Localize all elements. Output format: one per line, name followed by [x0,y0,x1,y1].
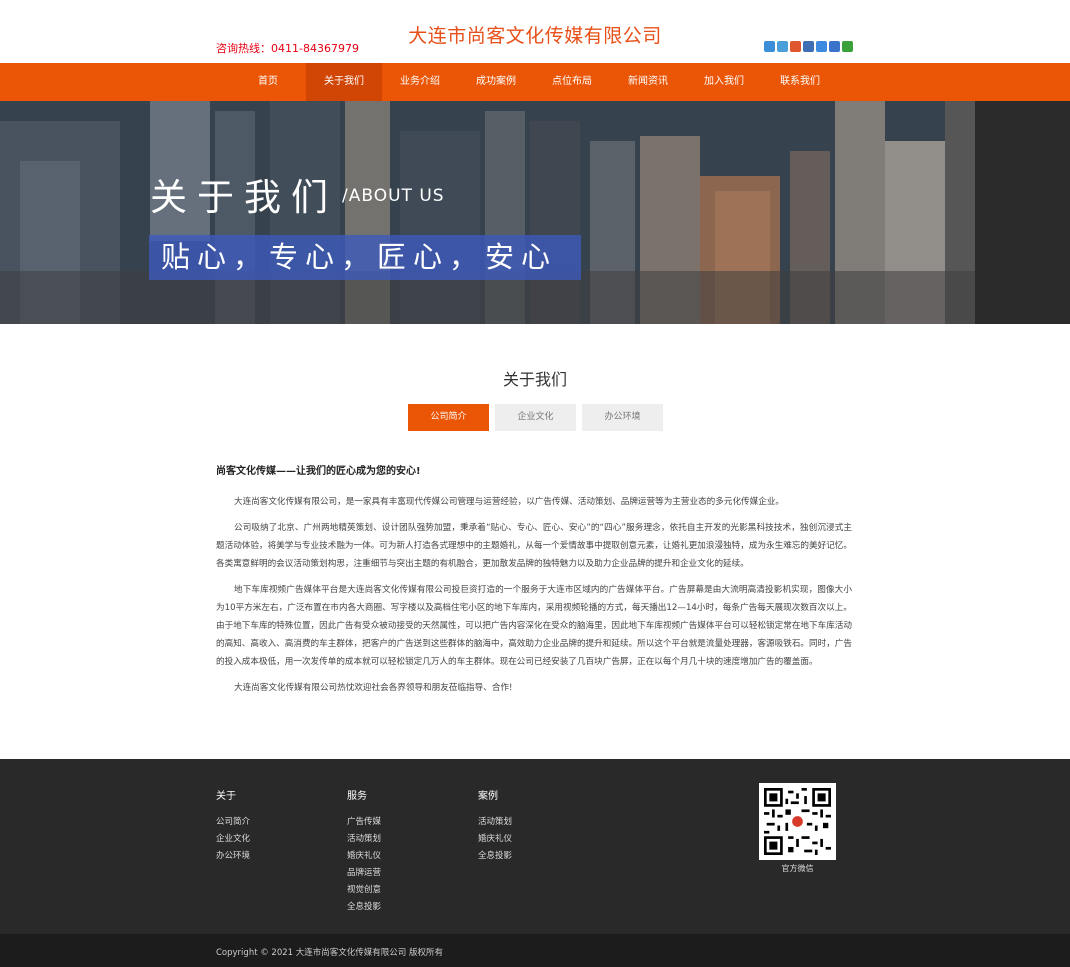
footer-link[interactable]: 全息投影 [347,899,381,916]
footer-link[interactable]: 婚庆礼仪 [347,848,381,865]
tab-0[interactable]: 公司简介 [408,404,489,431]
share-wechat-icon[interactable] [842,41,853,52]
footer-link[interactable]: 品牌运营 [347,865,381,882]
qr-label: 官方微信 [781,864,814,873]
about-paragraph: 公司吸纳了北京、广州两地精英策划、设计团队强势加盟，秉承着“贴心、专心、匠心、安… [216,523,852,569]
footer-link[interactable]: 视觉创意 [347,882,381,899]
wechat-qr-code [759,783,836,860]
share-bar [764,41,853,52]
footer-column-services: 服务 广告传媒 活动策划 婚庆礼仪 品牌运营 视觉创意 全息投影 [347,787,381,916]
company-name: 大连市尚客文化传媒有限公司 [408,25,662,47]
tab-2[interactable]: 办公环境 [582,404,663,431]
footer-link[interactable]: 全息投影 [478,848,512,865]
copyright-bar: Copyright © 2021 大连市尚客文化传媒有限公司 版权所有 [0,934,1070,967]
nav-item[interactable]: 联系我们 [762,63,838,101]
nav-item[interactable]: 业务介绍 [382,63,458,101]
banner-subtitle: /ABOUT US [342,186,445,206]
about-paragraph: 大连尚客文化传媒有限公司，是一家具有丰富现代传媒公司管理与运营经验，以广告传媒、… [234,497,785,507]
footer-link[interactable]: 广告传媒 [347,814,381,831]
footer-column-title: 关于 [216,791,236,802]
about-paragraph: 大连尚客文化传媒有限公司热忱欢迎社会各界领导和朋友莅临指导、合作! [234,683,513,693]
section-title: 关于我们 [502,370,567,389]
footer-link[interactable]: 企业文化 [216,831,250,848]
footer-column-title: 服务 [347,791,367,802]
tab-1[interactable]: 企业文化 [495,404,576,431]
footer-column-about: 关于 公司简介 企业文化 办公环境 [216,787,250,865]
about-paragraph: 地下车库视频广告媒体平台是大连尚客文化传媒有限公司投巨资打造的一个服务于大连市区… [216,585,852,667]
qr-code-icon [764,788,831,855]
about-tabs: 公司简介 企业文化 办公环境 [408,404,663,431]
main-nav: 首页 关于我们 业务介绍 成功案例 点位布局 新闻资讯 加入我们 联系我们 [0,63,1070,101]
hero-banner: 关于我们 /ABOUT US 贴心，专心，匠心，安心 [0,101,1070,324]
footer-link[interactable]: 活动策划 [347,831,381,848]
nav-item[interactable]: 点位布局 [534,63,610,101]
about-heading: 尚客文化传媒——让我们的匠心成为您的安心! [216,466,421,477]
share-tencent-weibo-icon[interactable] [803,41,814,52]
share-qzone-icon[interactable] [764,41,775,52]
share-qq-icon[interactable] [816,41,827,52]
nav-item[interactable]: 新闻资讯 [610,63,686,101]
share-renren-icon[interactable] [829,41,840,52]
nav-item[interactable]: 成功案例 [458,63,534,101]
nav-item[interactable]: 关于我们 [306,63,382,101]
footer-link[interactable]: 婚庆礼仪 [478,831,512,848]
nav-item[interactable]: 首页 [230,63,306,101]
banner-slogan: 贴心，专心，匠心，安心 [149,235,581,280]
banner-title: 关于我们 [150,176,338,219]
share-weibo-icon[interactable] [790,41,801,52]
footer-column-cases: 案例 活动策划 婚庆礼仪 全息投影 [478,787,512,865]
site-footer: 关于 公司简介 企业文化 办公环境 服务 广告传媒 活动策划 婚庆礼仪 品牌运营… [0,759,1070,934]
footer-link[interactable]: 办公环境 [216,848,250,865]
footer-link[interactable]: 公司简介 [216,814,250,831]
nav-item[interactable]: 加入我们 [686,63,762,101]
footer-column-title: 案例 [478,791,498,802]
copyright-text: Copyright © 2021 大连市尚客文化传媒有限公司 版权所有 [216,948,443,958]
share-friends-icon[interactable] [777,41,788,52]
site-header: 咨询热线：0411-84367979 大连市尚客文化传媒有限公司 [0,0,1070,63]
footer-link[interactable]: 活动策划 [478,814,512,831]
about-content: 尚客文化传媒——让我们的匠心成为您的安心! 大连尚客文化传媒有限公司，是一家具有… [216,462,852,705]
